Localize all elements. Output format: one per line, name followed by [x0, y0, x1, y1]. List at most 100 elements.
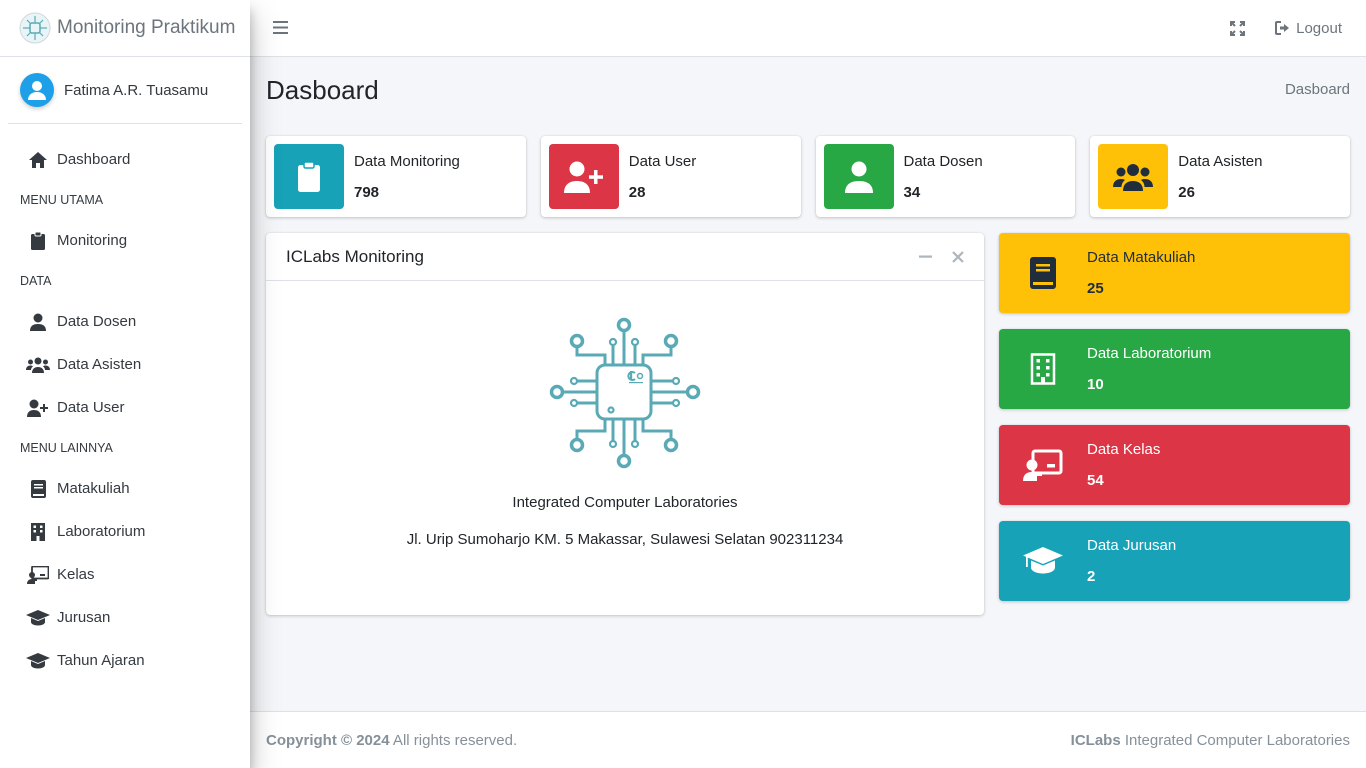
- info-box-label: Data Asisten: [1178, 152, 1263, 170]
- lower-row: ICLabs Monitoring Integrated Computer La…: [266, 233, 1350, 615]
- nav-header-other: MENU LAINNYA: [20, 441, 113, 455]
- page-title: Dasboard: [266, 74, 379, 105]
- small-box-label: Data Kelas: [1087, 441, 1161, 458]
- info-box-value: 34: [903, 183, 921, 201]
- footer-brand: ICLabs: [1070, 731, 1121, 749]
- org-address: Jl. Urip Sumoharjo KM. 5 Makassar, Sulaw…: [406, 531, 844, 548]
- sidebar-item-label: Kelas: [57, 566, 95, 583]
- content-header: Dasboard Dasboard: [266, 57, 1350, 121]
- info-box-value: 26: [1178, 183, 1195, 201]
- user-panel[interactable]: Fatima A.R. Tuasamu: [8, 57, 242, 124]
- footer: Copyright © 2024 All rights reserved. IC…: [250, 711, 1366, 768]
- footer-right: ICLabs Integrated Computer Laboratories: [1071, 732, 1350, 749]
- small-box-value: 2: [1087, 568, 1096, 585]
- small-box-laboratorium[interactable]: Data Laboratorium 10: [999, 329, 1350, 409]
- building-icon: [26, 522, 50, 541]
- info-box-value: 28: [628, 183, 646, 201]
- sidebar-item-data-user[interactable]: Data User: [0, 386, 250, 429]
- sign-out-icon: [1275, 21, 1290, 35]
- card-header: ICLabs Monitoring: [266, 233, 984, 281]
- sidebar-item-label: Data User: [57, 399, 125, 416]
- small-box-jurusan[interactable]: Data Jurusan 2: [999, 521, 1350, 601]
- info-box-icon: [1098, 144, 1169, 209]
- clipboard-icon: [298, 161, 320, 192]
- small-box-label: Data Laboratorium: [1087, 345, 1212, 362]
- building-icon: [999, 353, 1087, 385]
- sidebar-item-data-dosen[interactable]: Data Dosen: [0, 300, 250, 343]
- sidebar-nav: Dashboard MENU UTAMA Monitoring DATA Dat…: [0, 124, 250, 682]
- sidebar-item-kelas[interactable]: Kelas: [0, 553, 250, 596]
- nav-header-data: DATA: [20, 274, 52, 288]
- info-box-asisten[interactable]: Data Asisten 26: [1090, 136, 1350, 217]
- small-box-kelas[interactable]: Data Kelas 54: [999, 425, 1350, 505]
- info-box-label: Data User: [628, 152, 697, 170]
- info-box-label: Data Monitoring: [354, 152, 460, 170]
- brand-link[interactable]: Monitoring Praktikum: [0, 0, 250, 57]
- copyright-rest: All rights reserved.: [389, 731, 518, 749]
- sidebar-item-data-asisten[interactable]: Data Asisten: [0, 343, 250, 386]
- info-box-label: Data Dosen: [903, 152, 983, 170]
- chalkboard-teacher-icon: [999, 449, 1087, 481]
- fullscreen-icon[interactable]: [1230, 20, 1246, 36]
- info-box-icon: [274, 144, 344, 209]
- graduation-cap-icon: [26, 652, 50, 669]
- card-title: ICLabs Monitoring: [286, 246, 424, 266]
- card-body: Integrated Computer Laboratories Jl. Uri…: [266, 281, 984, 548]
- card-tools: [919, 248, 964, 266]
- user-plus-icon: [26, 399, 50, 417]
- info-box-dosen[interactable]: Data Dosen 34: [815, 136, 1076, 217]
- sidebar-item-label: Tahun Ajaran: [57, 652, 145, 669]
- small-box-matakuliah[interactable]: Data Matakuliah 25: [999, 233, 1350, 313]
- copyright-bold: Copyright © 2024: [266, 731, 390, 749]
- user-plus-icon: [563, 161, 603, 193]
- org-name: Integrated Computer Laboratories: [512, 494, 738, 511]
- info-box-value: 798: [354, 183, 380, 201]
- footer-brand-rest: Integrated Computer Laboratories: [1120, 731, 1350, 749]
- user-name: Fatima A.R. Tuasamu: [64, 81, 209, 99]
- home-icon: [26, 151, 50, 169]
- info-box-icon: [548, 144, 619, 209]
- sidebar-item-matakuliah[interactable]: Matakuliah: [0, 467, 250, 510]
- sidebar-item-label: Dashboard: [57, 151, 131, 168]
- sidebar-item-label: Monitoring: [57, 232, 128, 249]
- small-box-label: Data Jurusan: [1087, 537, 1177, 554]
- sidebar-item-label: Laboratorium: [57, 523, 146, 540]
- info-box-user[interactable]: Data User 28: [540, 136, 801, 217]
- info-box-icon: [823, 144, 894, 209]
- clipboard-icon: [26, 231, 50, 250]
- nav-header-main: MENU UTAMA: [20, 193, 104, 207]
- menu-toggle-icon[interactable]: [273, 18, 288, 39]
- users-icon: [1113, 163, 1154, 191]
- breadcrumb[interactable]: Dasboard: [1285, 81, 1350, 98]
- minimize-icon[interactable]: [919, 248, 932, 266]
- info-box-monitoring[interactable]: Data Monitoring 798: [266, 136, 526, 217]
- book-icon: [26, 479, 50, 498]
- sidebar-item-dashboard[interactable]: Dashboard: [0, 138, 250, 181]
- iclabs-card: ICLabs Monitoring Integrated Computer La…: [266, 233, 984, 615]
- sidebar-item-label: Jurusan: [57, 609, 111, 626]
- sidebar-item-label: Data Asisten: [57, 356, 142, 373]
- copyright: Copyright © 2024 All rights reserved.: [266, 732, 517, 749]
- user-avatar-icon: [28, 81, 46, 100]
- small-box-column: Data Matakuliah 25 Data Laboratorium 10: [999, 233, 1350, 615]
- book-icon: [999, 257, 1087, 289]
- close-icon[interactable]: [952, 248, 964, 266]
- graduation-cap-icon: [999, 547, 1087, 575]
- logout-label: Logout: [1296, 19, 1342, 37]
- sidebar-item-tahun-ajaran[interactable]: Tahun Ajaran: [0, 639, 250, 682]
- avatar: [20, 73, 54, 107]
- user-icon: [844, 161, 873, 193]
- chalkboard-teacher-icon: [26, 565, 50, 584]
- sidebar: Monitoring Praktikum Fatima A.R. Tuasamu…: [0, 0, 250, 768]
- sidebar-item-label: Matakuliah: [57, 480, 130, 497]
- small-box-value: 54: [1087, 472, 1104, 489]
- iclabs-logo: [549, 317, 701, 469]
- sidebar-item-laboratorium[interactable]: Laboratorium: [0, 510, 250, 553]
- users-icon: [26, 357, 50, 373]
- sidebar-item-label: Data Dosen: [57, 313, 137, 330]
- sidebar-item-monitoring[interactable]: Monitoring: [0, 219, 250, 262]
- sidebar-item-jurusan[interactable]: Jurusan: [0, 596, 250, 639]
- logout-button[interactable]: Logout: [1275, 20, 1342, 37]
- graduation-cap-icon: [26, 609, 50, 626]
- small-box-value: 25: [1087, 280, 1104, 297]
